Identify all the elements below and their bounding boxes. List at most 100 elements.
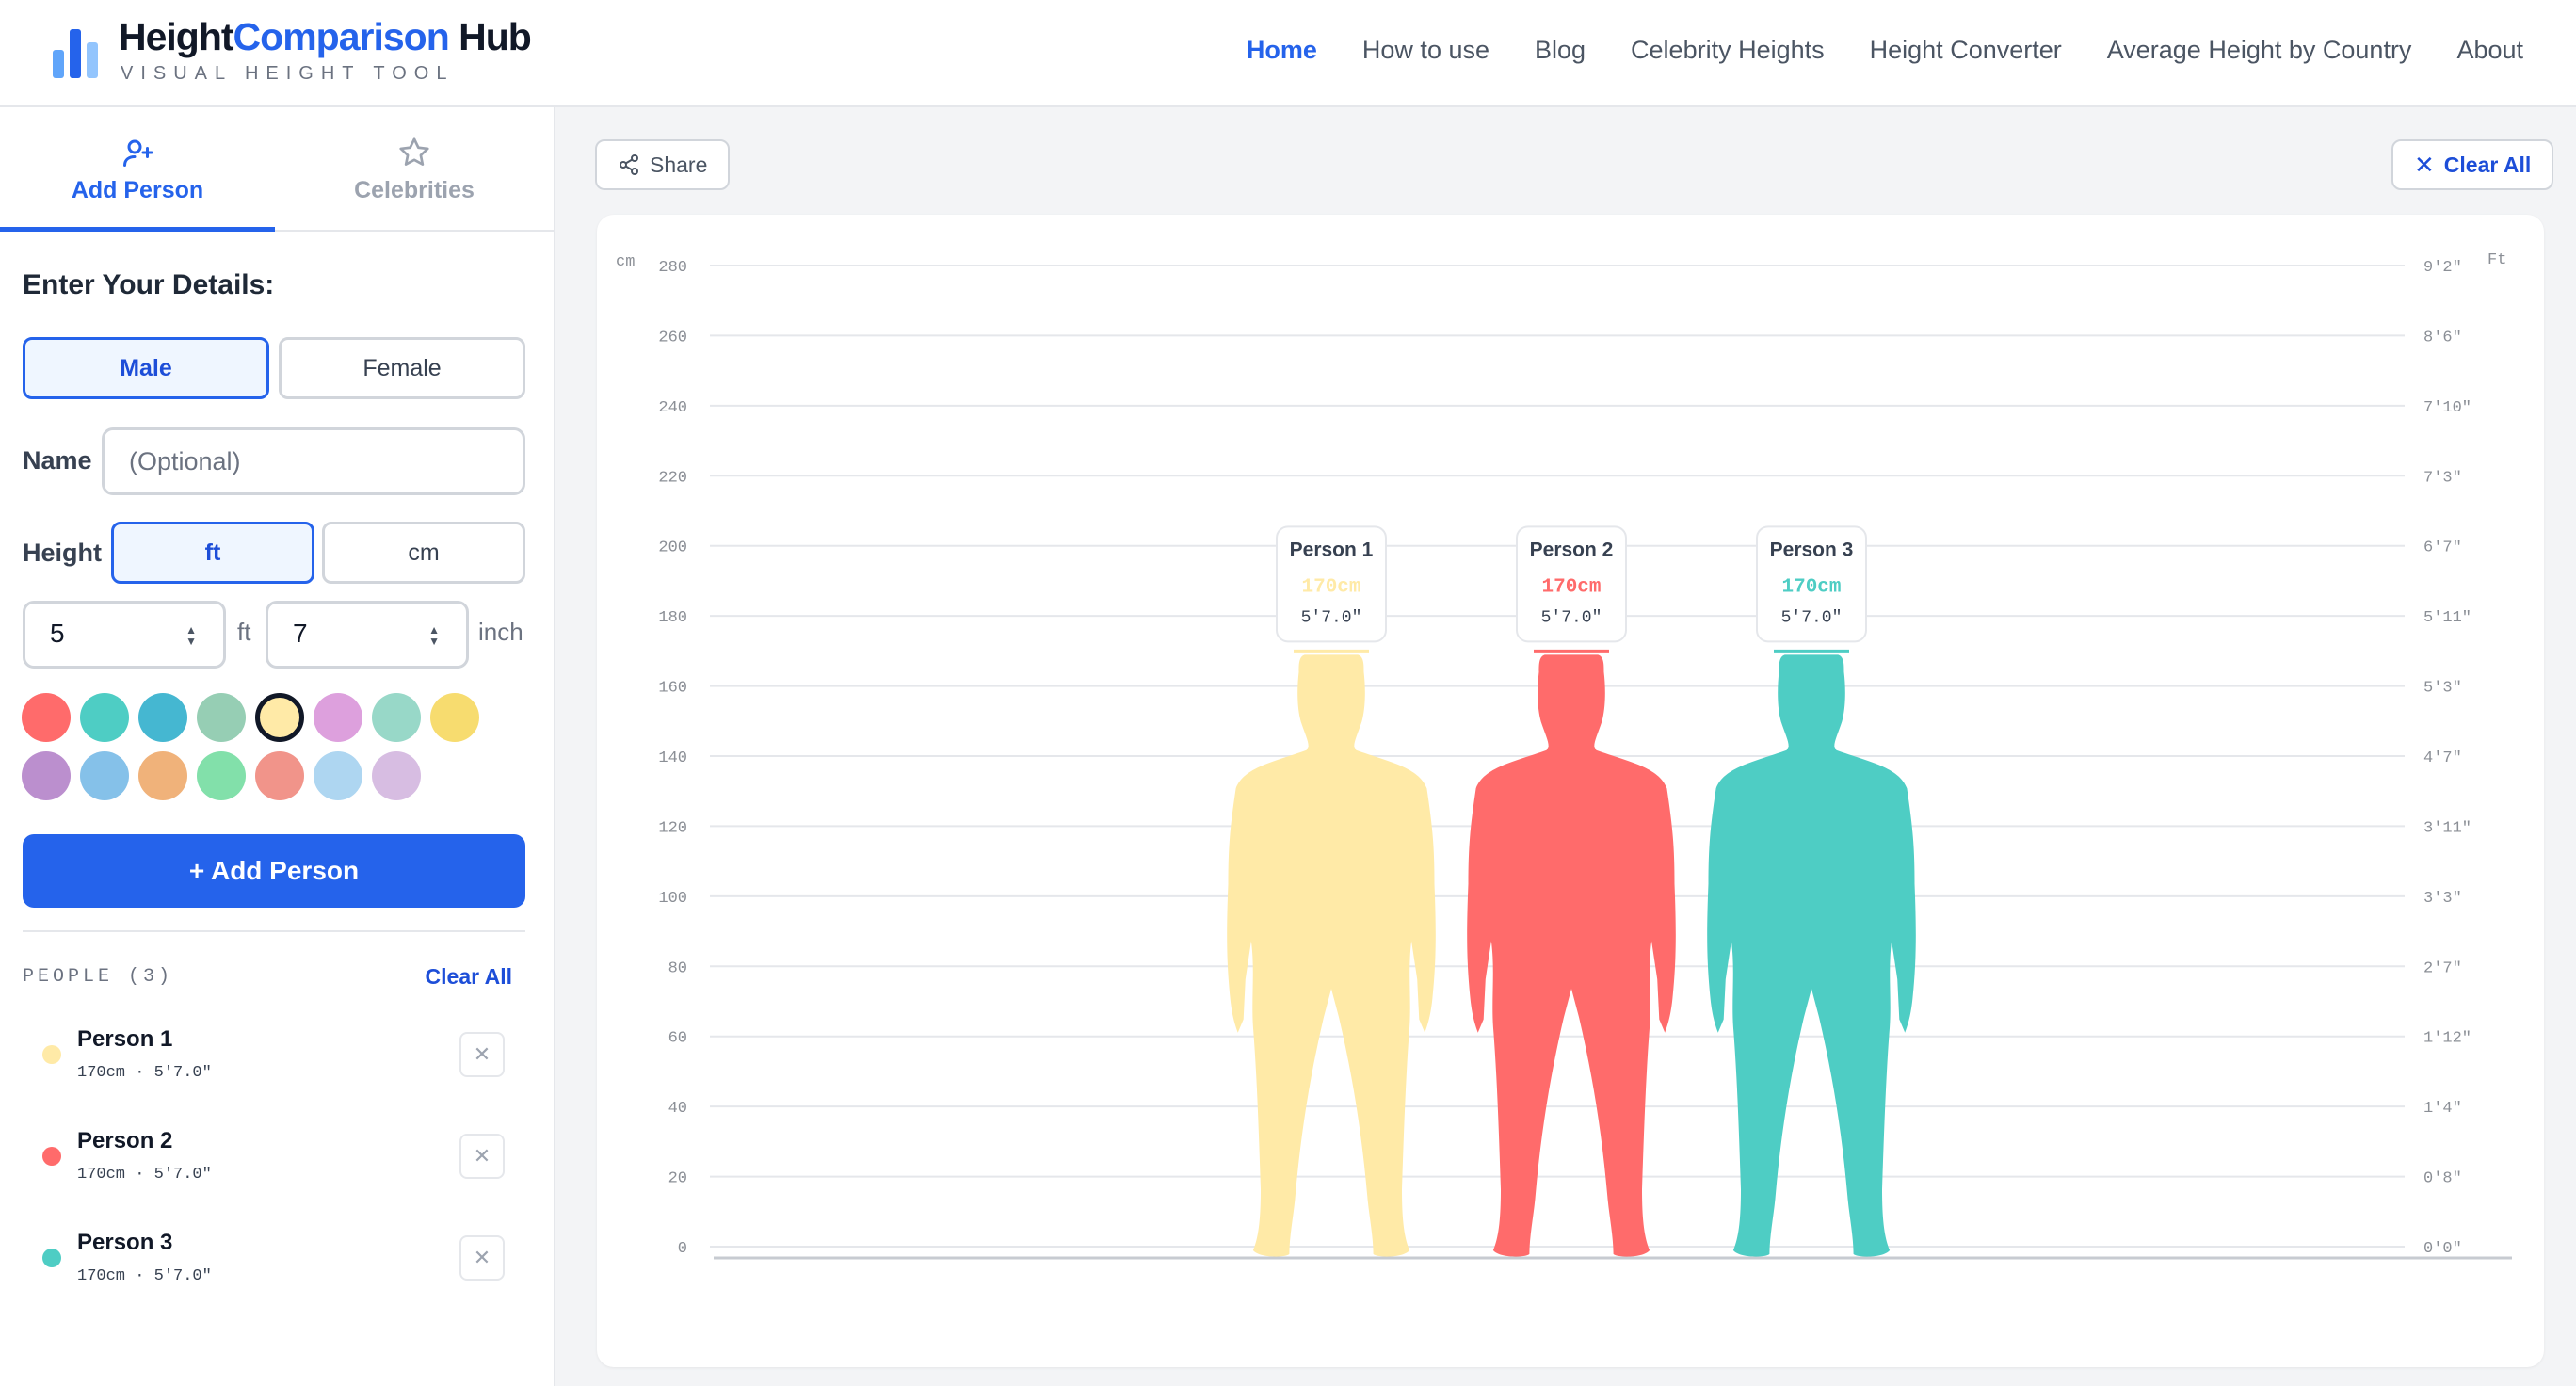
clear-all-label: Clear All <box>2443 152 2532 177</box>
color-swatch[interactable] <box>314 693 362 742</box>
remove-person-button[interactable]: ✕ <box>459 1235 505 1281</box>
tab-celebrities[interactable]: Celebrities <box>277 107 552 232</box>
nav-average-height-by-country[interactable]: Average Height by Country <box>2107 36 2412 65</box>
color-swatch[interactable] <box>372 693 421 742</box>
y-tick-left: 140 <box>658 749 687 767</box>
y-tick-left: 20 <box>668 1170 687 1188</box>
spinner-arrows-icon[interactable]: ▲ ▼ <box>185 624 197 647</box>
people-heading: PEOPLE (3) <box>23 966 174 988</box>
close-icon: ✕ <box>473 1144 491 1168</box>
tab-celebrities-label: Celebrities <box>354 177 475 203</box>
sidebar-tabs: Add Person Celebrities <box>0 107 554 232</box>
name-label: Name <box>23 446 92 475</box>
y-tick-right: 1'12" <box>2423 1030 2471 1048</box>
nav-about[interactable]: About <box>2456 36 2523 65</box>
logo-bars-icon <box>53 29 98 78</box>
inch-stepper[interactable]: 7 ▲ ▼ <box>266 601 469 669</box>
y-tick-left: 200 <box>658 540 687 557</box>
person-label-name: Person 2 <box>1530 539 1614 560</box>
feet-stepper[interactable]: 5 ▲ ▼ <box>23 601 226 669</box>
share-button[interactable]: Share <box>595 139 731 190</box>
color-swatch[interactable] <box>314 751 362 800</box>
person-silhouette <box>1467 654 1676 1257</box>
brand-title-part2: Comparison <box>233 15 450 58</box>
person-color-dot <box>42 1045 61 1064</box>
nav-how-to-use[interactable]: How to use <box>1362 36 1489 65</box>
y-tick-right: 8'6" <box>2423 329 2462 346</box>
people-clear-all-link[interactable]: Clear All <box>426 964 512 990</box>
color-swatch[interactable] <box>197 751 246 800</box>
name-input[interactable] <box>102 427 525 495</box>
y-tick-right: 1'4" <box>2423 1100 2462 1118</box>
star-icon <box>399 137 429 166</box>
color-swatch[interactable] <box>22 693 71 742</box>
person-height-info: 170cm · 5'7.0" <box>77 1166 212 1184</box>
person-height-info: 170cm · 5'7.0" <box>77 1064 212 1082</box>
unit-cm-button[interactable]: cm <box>322 522 525 584</box>
nav-height-converter[interactable]: Height Converter <box>1870 36 2062 65</box>
color-swatch[interactable] <box>80 693 129 742</box>
nav-blog[interactable]: Blog <box>1535 36 1586 65</box>
person-list-item: Person 3 170cm · 5'7.0" ✕ <box>23 1220 525 1305</box>
person-label-cm: 170cm <box>1301 576 1360 598</box>
y-tick-right: 6'7" <box>2423 540 2462 557</box>
y-tick-left: 60 <box>668 1030 687 1048</box>
brand-title[interactable]: HeightComparison Hub <box>119 15 532 59</box>
y-tick-right: 0'0" <box>2423 1240 2462 1258</box>
tab-add-person[interactable]: Add Person <box>0 107 275 232</box>
color-swatch[interactable] <box>80 751 129 800</box>
height-label: Height <box>23 539 102 567</box>
sidebar: Add Person Celebrities Enter Your Detail… <box>0 107 555 1386</box>
person-label-ft: 5'7.0" <box>1301 608 1362 627</box>
y-tick-right: 4'7" <box>2423 749 2462 767</box>
close-icon: ✕ <box>2414 150 2435 179</box>
color-swatch[interactable] <box>255 751 304 800</box>
inch-value: 7 <box>293 619 308 648</box>
user-plus-icon <box>123 139 153 167</box>
person-label-ft: 5'7.0" <box>1541 608 1602 627</box>
remove-person-button[interactable]: ✕ <box>459 1032 505 1077</box>
axis-unit-right: Ft <box>2487 251 2506 269</box>
person-list-item: Person 2 170cm · 5'7.0" ✕ <box>23 1119 525 1203</box>
form-title: Enter Your Details: <box>23 269 275 300</box>
person-name: Person 2 <box>77 1128 173 1153</box>
add-person-button[interactable]: + Add Person <box>23 834 525 908</box>
nav-celebrity-heights[interactable]: Celebrity Heights <box>1631 36 1825 65</box>
y-tick-right: 3'3" <box>2423 890 2462 908</box>
clear-all-button[interactable]: ✕ Clear All <box>2391 139 2554 190</box>
person-label-name: Person 3 <box>1770 539 1854 560</box>
color-swatch[interactable] <box>255 693 304 742</box>
site-header: HeightComparison Hub VISUAL HEIGHT TOOL … <box>0 0 2576 107</box>
color-swatch[interactable] <box>197 693 246 742</box>
close-icon: ✕ <box>473 1042 491 1066</box>
color-swatch[interactable] <box>138 751 187 800</box>
person-height-info: 170cm · 5'7.0" <box>77 1267 212 1285</box>
gender-female-button[interactable]: Female <box>279 337 525 399</box>
unit-ft-button[interactable]: ft <box>111 522 314 584</box>
y-tick-left: 180 <box>658 609 687 627</box>
y-tick-left: 100 <box>658 890 687 908</box>
person-silhouette <box>1707 654 1916 1257</box>
color-swatch[interactable] <box>430 693 479 742</box>
y-tick-right: 9'2" <box>2423 259 2462 277</box>
person-name: Person 1 <box>77 1026 173 1052</box>
y-tick-right: 5'3" <box>2423 680 2462 698</box>
feet-value: 5 <box>50 619 65 648</box>
share-icon <box>620 154 638 175</box>
nav-home[interactable]: Home <box>1247 36 1317 65</box>
color-swatch[interactable] <box>138 693 187 742</box>
y-tick-left: 40 <box>668 1100 687 1118</box>
color-swatch[interactable] <box>22 751 71 800</box>
y-tick-left: 0 <box>678 1240 687 1258</box>
person-silhouette <box>1227 654 1436 1257</box>
y-tick-right: 5'11" <box>2423 609 2471 627</box>
y-tick-left: 280 <box>658 259 687 277</box>
person-name: Person 3 <box>77 1230 173 1255</box>
remove-person-button[interactable]: ✕ <box>459 1134 505 1179</box>
y-tick-left: 260 <box>658 329 687 346</box>
color-swatch[interactable] <box>372 751 421 800</box>
person-label-name: Person 1 <box>1290 539 1374 560</box>
spinner-arrows-icon[interactable]: ▲ ▼ <box>428 624 440 647</box>
gender-male-button[interactable]: Male <box>23 337 269 399</box>
person-label-cm: 170cm <box>1541 576 1601 598</box>
